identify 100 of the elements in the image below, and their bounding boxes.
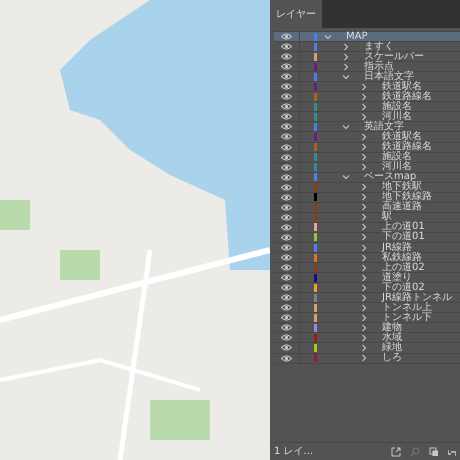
layer-row[interactable]: 鉄道駅名 [274,82,460,92]
layer-row[interactable]: 私鉄線路 [274,253,460,264]
chevron-down-icon[interactable] [342,173,350,182]
chevron-right-icon[interactable] [360,133,368,141]
eye-icon[interactable] [281,113,292,120]
eye-icon[interactable] [281,194,292,201]
chevron-right-icon[interactable] [342,62,350,71]
eye-icon[interactable] [281,294,292,302]
eye-icon[interactable] [281,324,292,332]
layer-name: 高速道路 [382,202,422,212]
layer-row[interactable]: しろ [274,354,460,364]
eye-icon[interactable] [281,133,292,140]
layer-name: 鉄道路線名 [382,92,432,102]
eye-icon[interactable] [281,184,292,191]
chevron-down-icon[interactable] [324,32,332,41]
chevron-right-icon[interactable] [360,334,368,342]
chevron-down-icon[interactable] [342,72,350,81]
layers-tab[interactable]: レイヤー [270,0,322,28]
eye-icon[interactable] [281,43,292,50]
eye-icon[interactable] [281,274,292,282]
chevron-right-icon[interactable] [360,314,368,322]
chevron-right-icon[interactable] [360,294,368,302]
eye-icon[interactable] [281,144,292,151]
chevron-right-icon[interactable] [360,324,368,332]
eye-icon[interactable] [281,354,292,362]
chevron-right-icon[interactable] [360,183,368,192]
layer-name: 下の道02 [382,282,425,293]
layer-count: 1 レイ... [274,445,314,459]
eye-icon[interactable] [281,174,292,181]
layer-row[interactable]: 下の道01 [274,232,460,243]
eye-icon[interactable] [281,304,292,312]
chevron-right-icon[interactable] [360,153,368,162]
layer-row[interactable]: MAP [274,32,460,42]
chevron-right-icon[interactable] [360,203,368,212]
layer-name: 下の道01 [382,232,425,242]
chevron-right-icon[interactable] [360,143,368,152]
eye-icon[interactable] [281,224,292,231]
layer-row[interactable]: 上の道02 [274,263,460,274]
chevron-right-icon[interactable] [360,223,368,232]
eye-icon[interactable] [281,344,292,352]
export-icon[interactable] [391,446,401,456]
chevron-right-icon[interactable] [360,102,368,111]
layer-row[interactable]: 緑地 [274,343,460,354]
layer-name: トンネル下 [382,312,432,323]
layer-row[interactable]: 英語文字 [274,122,460,132]
chevron-right-icon[interactable] [360,274,368,282]
chevron-right-icon[interactable] [342,42,350,51]
eye-icon[interactable] [281,63,292,70]
layer-row[interactable]: JR線路 [274,242,460,254]
eye-icon[interactable] [281,123,292,130]
eye-icon[interactable] [281,254,292,262]
layer-row[interactable]: トンネル上 [274,303,460,314]
eye-icon[interactable] [281,93,292,100]
layer-name: 私鉄線路 [382,252,422,263]
eye-icon[interactable] [281,53,292,60]
eye-icon[interactable] [281,204,292,211]
chevron-right-icon[interactable] [360,82,368,91]
eye-icon[interactable] [281,284,292,292]
eye-icon[interactable] [281,214,292,221]
layer-name: 道塗り [382,272,412,283]
layer-row[interactable]: 下の道02 [274,283,460,294]
chevron-right-icon[interactable] [360,254,368,262]
layer-row[interactable]: 日本語文字 [274,72,460,82]
eye-icon[interactable] [281,234,292,241]
eye-icon[interactable] [281,73,292,80]
duplicate-icon[interactable] [429,446,439,456]
chevron-right-icon[interactable] [360,344,368,352]
layer-row[interactable]: 鉄道路線名 [274,92,460,102]
layer-name: 上の道01 [382,222,425,232]
chevron-right-icon[interactable] [342,52,350,61]
layer-row[interactable]: 道塗り [274,273,460,284]
chevron-right-icon[interactable] [360,193,368,202]
chevron-right-icon[interactable] [360,264,368,272]
chevron-right-icon[interactable] [360,92,368,101]
eye-icon[interactable] [281,103,292,110]
chevron-right-icon[interactable] [360,284,368,292]
eye-icon[interactable] [281,264,292,272]
layer-name: JR線路トンネル [382,292,452,303]
eye-icon[interactable] [281,154,292,161]
eye-icon[interactable] [281,314,292,322]
eye-icon[interactable] [281,334,292,342]
chevron-right-icon[interactable] [360,304,368,312]
layer-row[interactable]: 水域 [274,333,460,344]
layer-row[interactable]: JR線路トンネル [274,293,460,304]
chevron-down-icon[interactable] [342,122,350,131]
eye-icon[interactable] [281,33,292,40]
layer-row[interactable]: 河川名 [274,162,460,173]
layer-name: JR線路 [382,242,412,253]
chevron-right-icon[interactable] [360,213,368,222]
chevron-right-icon[interactable] [360,163,368,172]
chevron-right-icon[interactable] [360,354,368,362]
layer-row[interactable]: 建物 [274,323,460,334]
chevron-right-icon[interactable] [360,112,368,121]
layer-name: 上の道02 [382,262,425,273]
eye-icon[interactable] [281,83,292,90]
layer-row[interactable]: ますく [274,42,460,52]
eye-icon[interactable] [281,164,292,171]
chevron-right-icon[interactable] [360,233,368,242]
eye-icon[interactable] [281,244,292,251]
chevron-right-icon[interactable] [360,244,368,252]
